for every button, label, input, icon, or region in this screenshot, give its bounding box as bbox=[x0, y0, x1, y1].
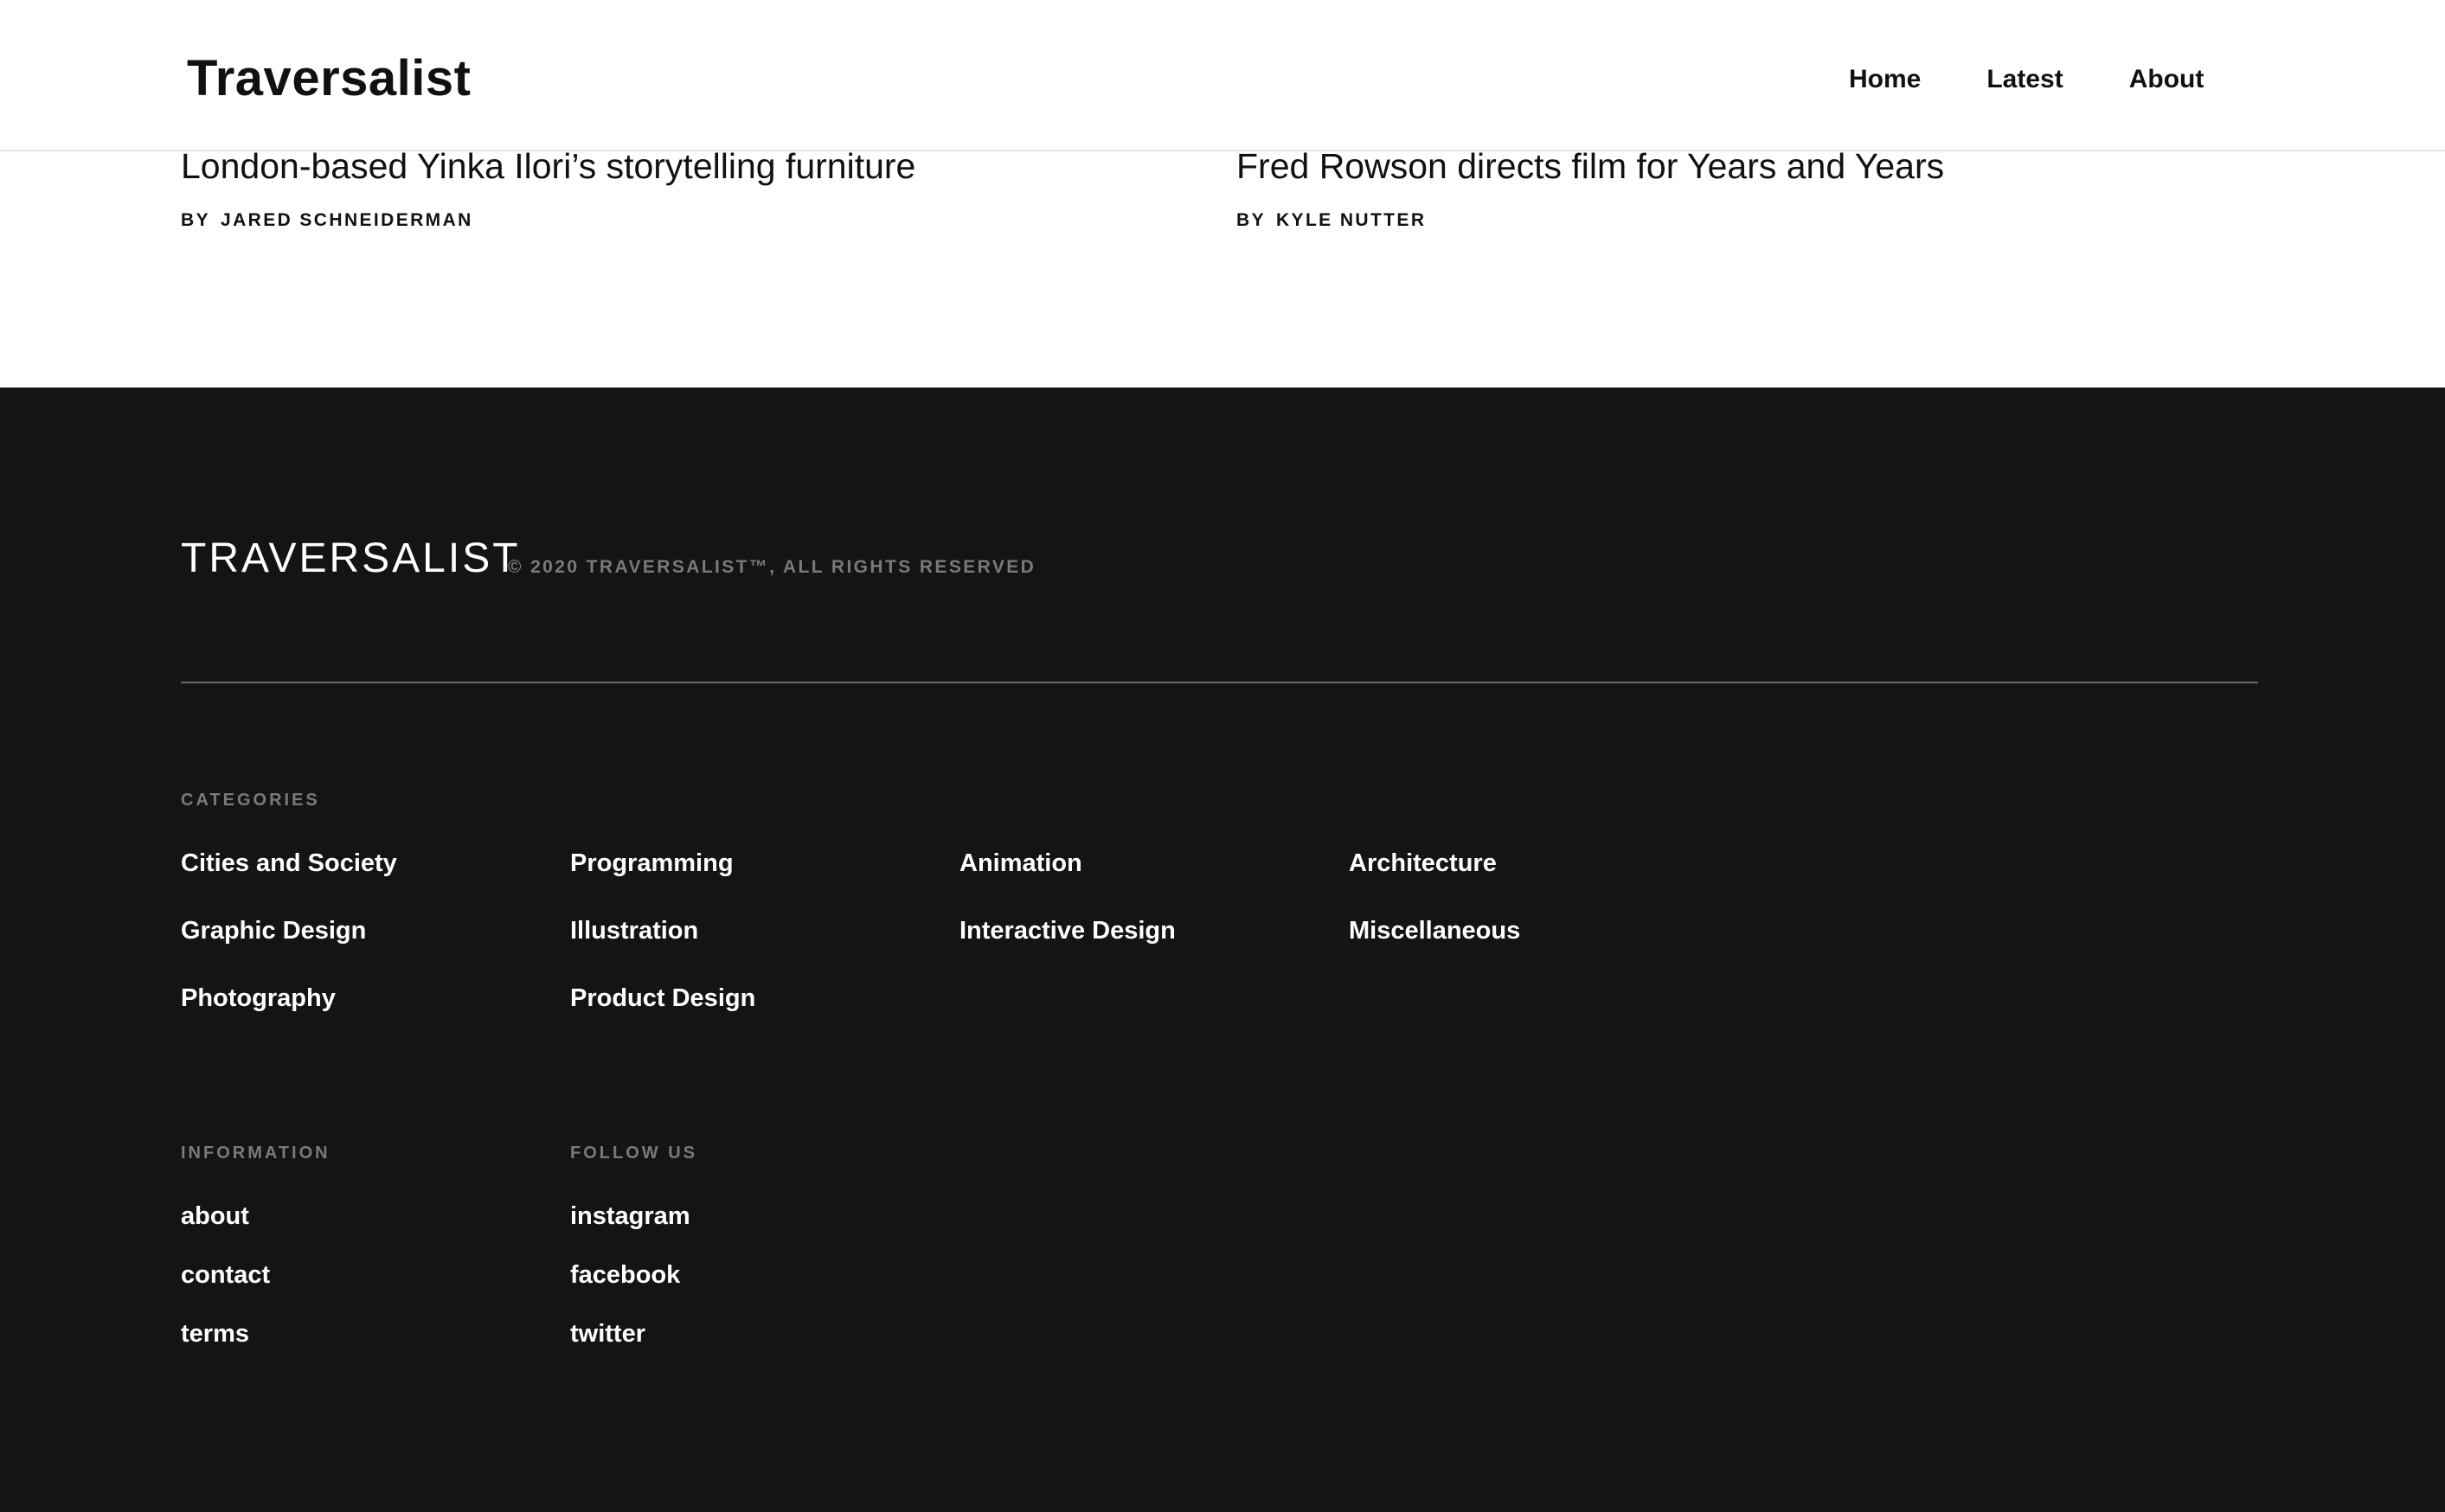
article-author[interactable]: KYLE NUTTER bbox=[1276, 210, 1426, 230]
category-link[interactable]: Photography bbox=[181, 982, 336, 1015]
category-link[interactable]: Illustration bbox=[570, 914, 698, 947]
byline-prefix: BY bbox=[1236, 210, 1266, 230]
main-nav: Home Latest About bbox=[1849, 62, 2204, 97]
nav-about-link[interactable]: About bbox=[2129, 62, 2204, 97]
byline-prefix: BY bbox=[181, 210, 210, 230]
category-link[interactable]: Cities and Society bbox=[181, 847, 397, 880]
category-link[interactable]: Product Design bbox=[570, 982, 755, 1015]
site-footer: TRAVERSALIST © 2020 TRAVERSALIST™, ALL R… bbox=[0, 388, 2445, 1512]
twitter-link[interactable]: twitter bbox=[570, 1317, 645, 1350]
site-header: Traversalist Home Latest About bbox=[0, 0, 2445, 151]
information-heading: INFORMATION bbox=[181, 1144, 330, 1163]
category-link[interactable]: Programming bbox=[570, 847, 734, 880]
footer-divider bbox=[181, 682, 2258, 683]
footer-about-link[interactable]: about bbox=[181, 1200, 249, 1233]
follow-us-heading: FOLLOW US bbox=[570, 1144, 697, 1163]
category-link[interactable]: Architecture bbox=[1349, 847, 1497, 880]
article-card[interactable]: London-based Yinka Ilori’s storytelling … bbox=[181, 144, 915, 232]
article-byline: BY JARED SCHNEIDERMAN bbox=[181, 209, 915, 232]
copyright-text: © 2020 TRAVERSALIST™, ALL RIGHTS RESERVE… bbox=[508, 557, 1036, 577]
footer-contact-link[interactable]: contact bbox=[181, 1259, 270, 1291]
category-link[interactable]: Interactive Design bbox=[959, 914, 1176, 947]
article-author[interactable]: JARED SCHNEIDERMAN bbox=[221, 210, 473, 230]
footer-logo[interactable]: TRAVERSALIST bbox=[181, 535, 521, 583]
facebook-link[interactable]: facebook bbox=[570, 1259, 680, 1291]
instagram-link[interactable]: instagram bbox=[570, 1200, 690, 1233]
footer-terms-link[interactable]: terms bbox=[181, 1317, 249, 1350]
category-link[interactable]: Miscellaneous bbox=[1349, 914, 1520, 947]
category-link[interactable]: Animation bbox=[959, 847, 1082, 880]
article-card[interactable]: Fred Rowson directs film for Years and Y… bbox=[1236, 144, 1944, 232]
nav-home-link[interactable]: Home bbox=[1849, 62, 1921, 97]
category-link[interactable]: Graphic Design bbox=[181, 914, 366, 947]
nav-latest-link[interactable]: Latest bbox=[1986, 62, 2063, 97]
article-byline: BY KYLE NUTTER bbox=[1236, 209, 1944, 232]
site-logo[interactable]: Traversalist bbox=[187, 48, 471, 109]
categories-heading: CATEGORIES bbox=[181, 791, 320, 810]
